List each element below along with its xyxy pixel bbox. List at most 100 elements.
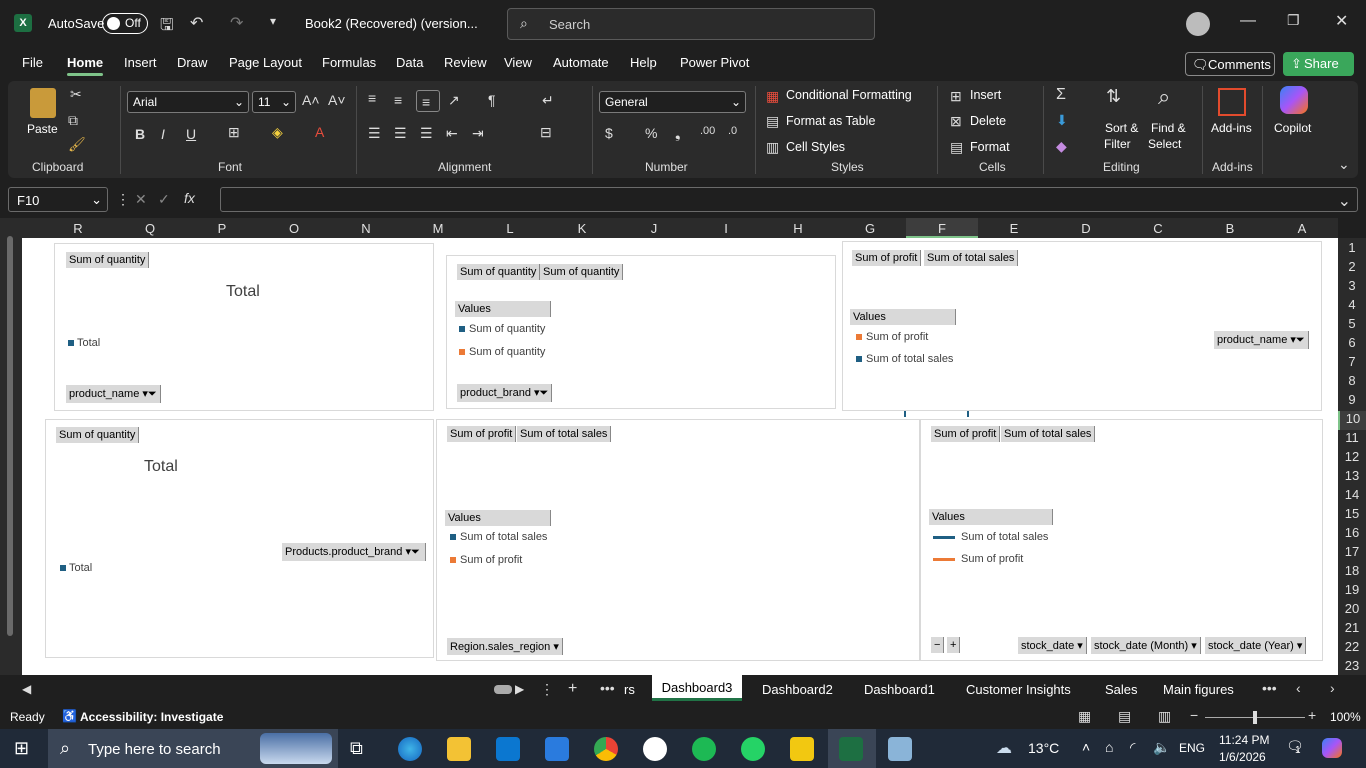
chart2-values-button[interactable]: Values [455, 301, 551, 317]
tray-chevron-icon[interactable]: ˄ [1082, 739, 1090, 755]
increase-decimal-icon[interactable]: .00 [700, 125, 715, 137]
row-header[interactable]: 3 [1338, 278, 1366, 293]
row-header[interactable]: 21 [1338, 620, 1366, 635]
fill-color-icon[interactable]: ◈ [272, 124, 283, 141]
vertical-scrollbar[interactable] [0, 218, 22, 675]
align-top-icon[interactable]: ≡ [368, 90, 376, 106]
chart6-field-button-1[interactable]: stock_date ▾ [1018, 637, 1087, 654]
menu-power-pivot[interactable]: Power Pivot [680, 55, 749, 70]
number-format-select[interactable]: General ⌄ [599, 91, 746, 113]
chart1-filter-button[interactable]: Sum of quantity [66, 252, 150, 268]
percent-icon[interactable]: % [645, 125, 657, 141]
decrease-decimal-icon[interactable]: .0 [728, 125, 737, 137]
column-header[interactable]: B [1220, 221, 1240, 236]
format-cells-button[interactable]: Format [970, 140, 1010, 154]
sheet-tab-customer-insights[interactable]: Customer Insights [966, 682, 1071, 697]
chart2-filter-button-1[interactable]: Sum of quantity [457, 264, 541, 280]
volume-icon[interactable]: 🔈 [1153, 739, 1170, 756]
chart4-filter-button[interactable]: Sum of quantity [56, 427, 140, 443]
column-header[interactable]: D [1076, 221, 1096, 236]
cell-styles-button[interactable]: Cell Styles [786, 140, 845, 154]
page-break-icon[interactable]: ▥ [1158, 708, 1171, 725]
find-label[interactable]: Find & [1151, 121, 1186, 135]
chrome-icon[interactable] [594, 737, 618, 761]
column-header[interactable]: J [644, 221, 664, 236]
insert-function-icon[interactable]: fx [184, 190, 195, 206]
paste-icon[interactable] [30, 88, 56, 118]
column-header[interactable]: K [572, 221, 592, 236]
row-header[interactable]: 7 [1338, 354, 1366, 369]
row-header[interactable]: 16 [1338, 525, 1366, 540]
edge-icon[interactable] [398, 737, 422, 761]
row-header[interactable]: 2 [1338, 259, 1366, 274]
accessibility-status[interactable]: Accessibility: Investigate [80, 710, 223, 724]
row-header[interactable]: 1 [1338, 240, 1366, 255]
menu-help[interactable]: Help [630, 55, 657, 70]
enter-icon[interactable]: ✓ [158, 191, 170, 208]
zoom-slider-thumb[interactable] [1253, 711, 1257, 724]
more-sheets-icon[interactable]: ••• [600, 680, 615, 696]
row-header[interactable]: 12 [1338, 449, 1366, 464]
chart6-filter-button-1[interactable]: Sum of profit [931, 426, 1001, 442]
column-header[interactable]: L [500, 221, 520, 236]
chart4-axis-field-button[interactable]: Products.product_brand ▾⏷ [282, 543, 426, 561]
whatsapp-icon[interactable] [741, 737, 765, 761]
conditional-formatting-button[interactable]: Conditional Formatting [786, 88, 912, 102]
column-header[interactable]: Q [140, 221, 160, 236]
store-icon[interactable] [496, 737, 520, 761]
more-options-icon[interactable]: ⋮ [540, 681, 554, 698]
chart6-expand-button[interactable]: + [947, 637, 961, 653]
addins-button[interactable]: Add-ins [1211, 121, 1252, 135]
wrap-text-icon[interactable]: ↵ [542, 92, 554, 109]
column-header[interactable]: P [212, 221, 232, 236]
row-header[interactable]: 18 [1338, 563, 1366, 578]
more-icon[interactable]: ⋮ [116, 191, 130, 208]
menu-page-layout[interactable]: Page Layout [229, 55, 302, 70]
format-painter-icon[interactable]: 🖌 [68, 136, 86, 153]
column-header[interactable]: G [860, 221, 880, 236]
chart5-filter-button-1[interactable]: Sum of profit [447, 426, 517, 442]
network-icon[interactable]: ⌂ [1105, 739, 1113, 755]
sheet-tab-dashboard3[interactable]: Dashboard3 [652, 675, 742, 701]
menu-draw[interactable]: Draw [177, 55, 207, 70]
decrease-indent-icon[interactable]: ⇤ [446, 125, 458, 142]
align-middle-icon[interactable]: ≡ [394, 92, 402, 108]
row-header[interactable]: 15 [1338, 506, 1366, 521]
weather-icon[interactable]: ☁ [996, 738, 1012, 758]
row-header[interactable]: 4 [1338, 297, 1366, 312]
column-header[interactable]: M [428, 221, 448, 236]
temperature[interactable]: 13°C [1028, 740, 1059, 756]
clock-date[interactable]: 1/6/2026 [1219, 750, 1266, 764]
redo-icon[interactable]: ↷ [230, 13, 243, 33]
row-header[interactable]: 9 [1338, 392, 1366, 407]
excel-taskbar-icon[interactable] [839, 737, 863, 761]
sheet-tab[interactable]: rs [624, 682, 635, 697]
maximize-icon[interactable]: ❐ [1287, 12, 1300, 29]
insert-cells-button[interactable]: Insert [970, 88, 1001, 102]
spotify-icon[interactable] [692, 737, 716, 761]
row-header[interactable]: 17 [1338, 544, 1366, 559]
copilot-button[interactable]: Copilot [1274, 121, 1311, 135]
prev-sheet-icon[interactable]: ‹ [1296, 680, 1301, 696]
chart6-field-button-2[interactable]: stock_date (Month) ▾ [1091, 637, 1201, 654]
cut-icon[interactable]: ✂ [70, 86, 82, 103]
overflow-icon[interactable]: ••• [1262, 680, 1277, 696]
font-color-icon[interactable]: A [315, 124, 324, 140]
menu-data[interactable]: Data [396, 55, 423, 70]
horizontal-scroll-thumb[interactable] [494, 685, 512, 694]
borders-icon[interactable]: ⊞ [228, 124, 240, 141]
comma-icon[interactable]: ❟ [675, 125, 681, 142]
minimize-icon[interactable]: — [1240, 12, 1256, 30]
column-header[interactable]: E [1004, 221, 1024, 236]
chart6-values-button[interactable]: Values [929, 509, 1053, 525]
save-icon[interactable]: 🖫 [160, 14, 174, 41]
google-icon[interactable] [643, 737, 667, 761]
fill-icon[interactable]: ⬇ [1056, 112, 1068, 129]
excel-logo-icon[interactable]: X [14, 14, 32, 32]
chart3-panel[interactable] [842, 241, 1322, 411]
copilot-taskbar-icon[interactable] [1322, 738, 1342, 758]
task-view-icon[interactable]: ⧉ [350, 738, 363, 759]
orientation-icon[interactable]: ↗ [448, 92, 460, 109]
sheet-tab-sales[interactable]: Sales [1105, 682, 1138, 697]
clear-icon[interactable]: ◆ [1056, 138, 1067, 155]
